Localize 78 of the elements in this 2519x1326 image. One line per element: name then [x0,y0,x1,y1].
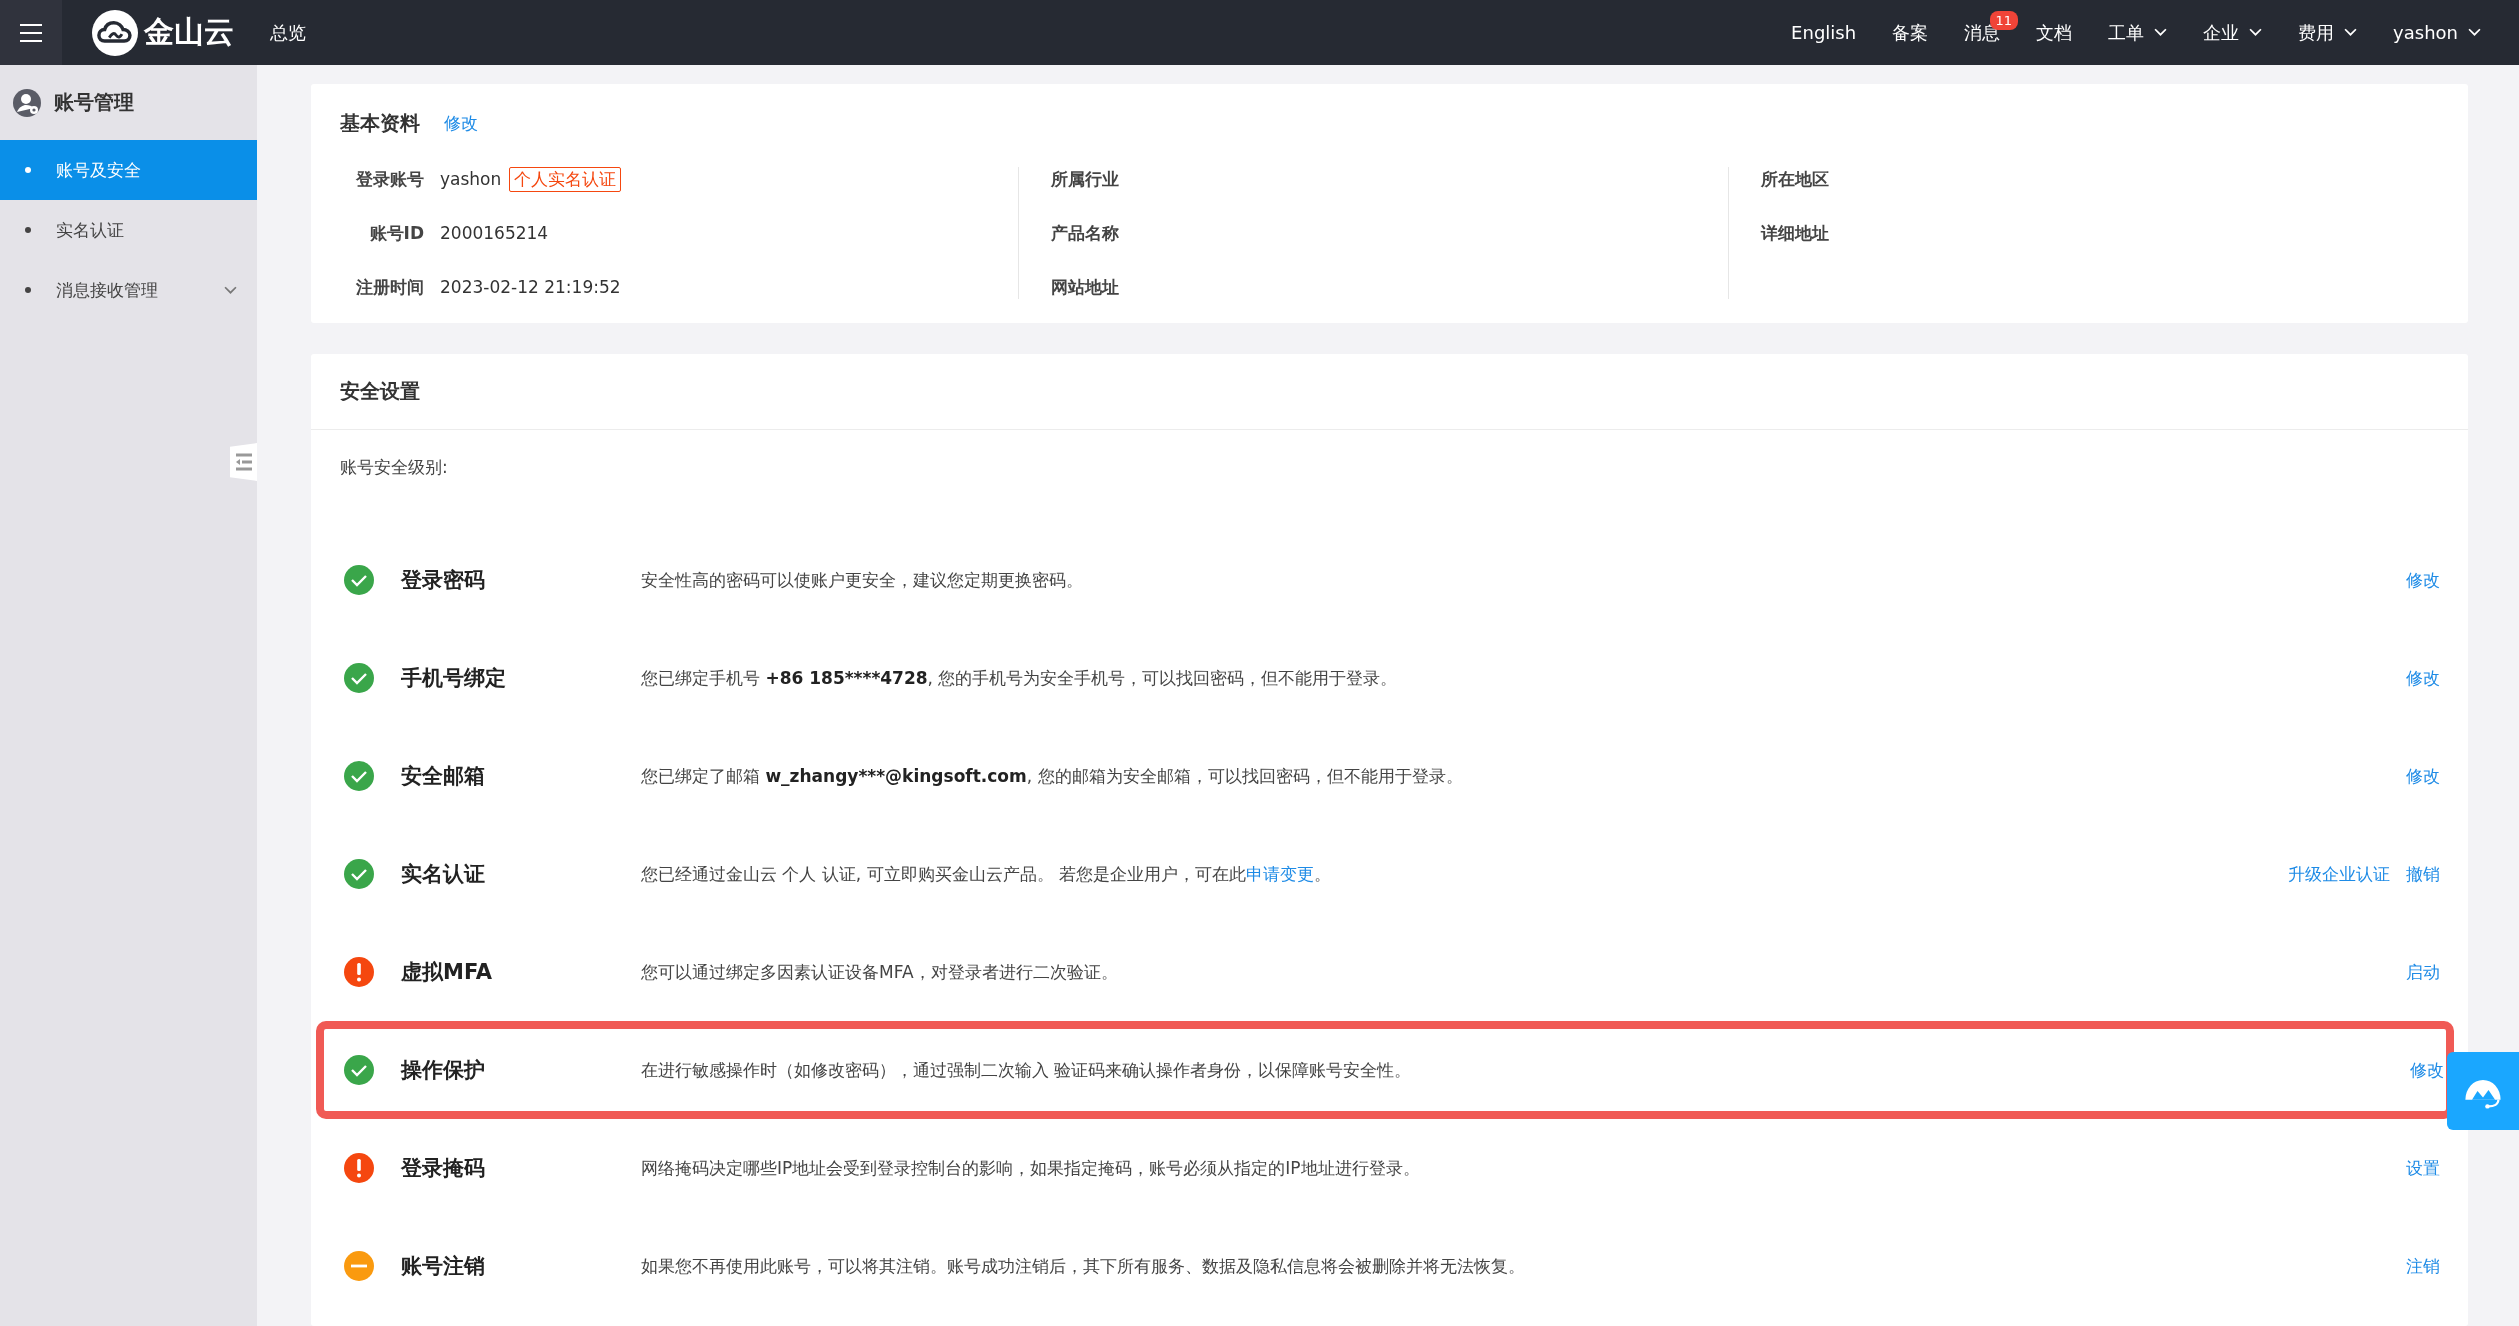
sidebar-item[interactable]: 消息接收管理 [0,260,257,320]
edit-link[interactable]: 修改 [444,112,478,135]
action-link[interactable]: 启动 [2406,960,2440,984]
logo-text: 金山云 [144,13,234,51]
field-label: 登录账号 [355,167,424,191]
field-value: 2023-02-12 21:19:52 [440,277,621,297]
exclamation-circle-icon [344,1153,374,1183]
collapse-sidebar-button[interactable] [230,443,257,481]
sidebar-title: 账号管理 [54,89,134,116]
chevron-down-icon [224,285,237,295]
field-label: 所在地区 [1761,167,1831,191]
item-description: 您已绑定手机号 +86 185****4728, 您的手机号为安全手机号，可以找回密码，但不能用于登录。 [641,666,1399,690]
field-label: 账号ID [368,221,424,245]
action-link[interactable]: 修改 [2406,666,2440,690]
item-title: 登录密码 [401,567,486,594]
item-title: 账号注销 [401,1253,486,1280]
nav-link[interactable]: 文档 [2036,20,2073,45]
field-label: 网站地址 [1050,275,1120,299]
exclamation-circle-icon [344,957,374,987]
nav-link[interactable]: 总览 [270,20,306,45]
nav-link[interactable]: 备案 [1892,20,1929,45]
collapse-icon [233,452,254,472]
apply-change-link[interactable]: 申请变更 [1246,863,1315,884]
nav-link[interactable]: yashon [2393,22,2481,43]
nav-link[interactable]: 企业 [2203,20,2263,45]
action-link[interactable]: 修改 [2406,568,2440,592]
minus-circle-icon [344,1251,374,1281]
sidebar-item[interactable]: 实名认证 [0,200,257,260]
security-level-label: 账号安全级别: [339,456,449,479]
action-link[interactable]: 升级企业认证 [2288,862,2390,886]
field-label: 注册时间 [355,275,424,299]
item-title: 手机号绑定 [401,665,507,692]
item-description: 如果您不再使用此账号，可以将其注销。账号成功注销后，其下所有服务、数据及隐私信息将会被删除并将无法恢复。 [641,1254,1526,1278]
bullet-icon [25,227,31,233]
check-circle-icon [344,859,374,889]
caret-icon [2154,28,2168,37]
check-circle-icon [344,565,374,595]
caret-icon [2344,28,2358,37]
item-description: 您已绑定了邮箱 w_zhangy***@kingsoft.com, 您的邮箱为安全邮箱，可以找回密码，但不能用于登录。 [641,764,1464,788]
field-label: 所属行业 [1050,167,1120,191]
field-value: yashon [440,169,502,189]
field-value: 2000165214 [440,223,549,243]
user-gear-icon [12,87,42,118]
cloud-logo-icon [92,9,138,56]
menu-icon [19,22,43,43]
check-circle-icon [344,663,374,693]
caret-icon [2249,28,2263,37]
item-title: 操作保护 [401,1057,486,1084]
item-title: 虚拟MFA [401,959,494,986]
item-description: 在进行敏感操作时（如修改密码），通过强制二次输入 验证码来确认操作者身份，以保障账号安全性。 [641,1058,1413,1082]
check-circle-icon [344,761,374,791]
sidebar-item[interactable]: 账号及安全 [0,140,257,200]
item-title: 实名认证 [401,861,486,888]
nav-link[interactable]: 工单 [2108,20,2168,45]
item-title: 安全邮箱 [401,763,486,790]
support-button[interactable] [2447,1052,2519,1130]
item-description: 您可以通过绑定多因素认证设备MFA，对登录者进行二次验证。 [641,960,1119,984]
action-link[interactable]: 修改 [2410,1058,2444,1082]
card-title: 安全设置 [311,354,2468,430]
action-link[interactable]: 注销 [2406,1254,2440,1278]
action-link[interactable]: 撤销 [2406,862,2440,886]
check-circle-icon [344,1055,374,1085]
caret-icon [2468,28,2481,37]
item-description: 网络掩码决定哪些IP地址会受到登录控制台的影响，如果指定掩码，账号必须从指定的IP地址进行登录。 [641,1156,1421,1180]
item-description: 您已经通过金山云 个人 认证, 可立即购买金山云产品。 若您是企业用户，可在此申请变更。 [641,862,1333,886]
nav-link[interactable]: English [1791,22,1857,43]
action-link[interactable]: 设置 [2406,1156,2440,1180]
bullet-icon [25,287,31,293]
field-label: 详细地址 [1761,221,1831,245]
verification-tag: 个人实名认证 [509,166,622,192]
item-title: 登录掩码 [401,1155,486,1182]
field-label: 产品名称 [1050,221,1120,245]
card-title: 基本资料 [340,110,420,137]
item-description: 安全性高的密码可以使账户更安全，建议您定期更换密码。 [641,568,1084,592]
menu-button[interactable] [0,0,62,65]
nav-link[interactable]: 费用 [2298,20,2358,45]
action-link[interactable]: 修改 [2406,764,2440,788]
bullet-icon [25,167,31,173]
